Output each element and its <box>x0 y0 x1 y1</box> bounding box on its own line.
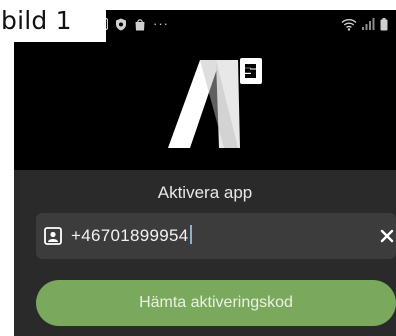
shield-icon <box>116 18 126 30</box>
status-overflow-dots: ··· <box>153 16 169 31</box>
text-cursor <box>189 225 192 244</box>
a3-logo-icon <box>168 58 262 148</box>
signal-icon <box>362 18 375 30</box>
panel-title: Aktivera app <box>157 183 253 202</box>
caption-text: bild 1 <box>1 6 72 35</box>
wifi-icon <box>341 18 357 31</box>
status-left-icons: ··· <box>96 16 169 32</box>
get-activation-code-label: Hämta aktiveringskod <box>139 294 293 311</box>
phone-number-value: +46701899954 <box>71 213 192 259</box>
battery-icon <box>380 17 388 30</box>
logo-area <box>14 38 396 170</box>
image-caption: bild 1 <box>0 0 106 42</box>
phone-number-text: +46701899954 <box>71 226 189 245</box>
phone-screen: ··· Aktivera app +46701899954 Hämta akti… <box>14 10 396 336</box>
get-activation-code-button[interactable]: Hämta aktiveringskod <box>36 280 396 326</box>
phone-number-input[interactable]: +46701899954 <box>36 213 396 259</box>
activation-panel: Aktivera app +46701899954 Hämta aktiveri… <box>14 170 396 336</box>
status-right-icons <box>341 16 388 32</box>
contact-card-icon <box>44 227 62 245</box>
close-icon[interactable] <box>380 229 394 243</box>
shopping-bag-icon <box>135 18 145 30</box>
